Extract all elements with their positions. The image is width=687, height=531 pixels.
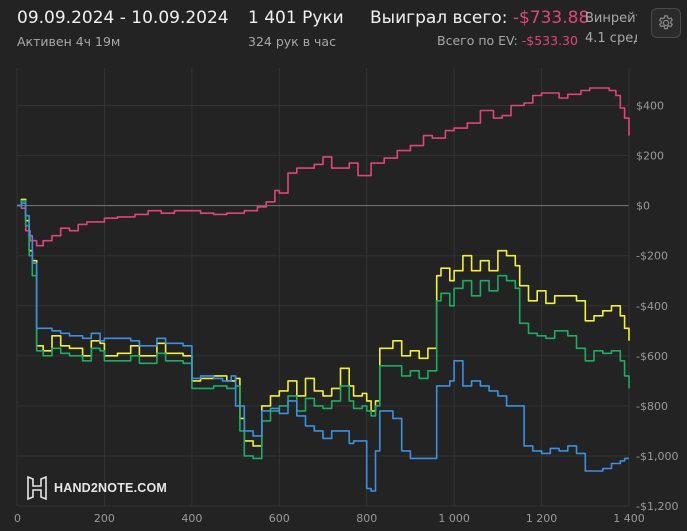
hand2note-logo: HAND2NOTE.COM: [26, 476, 167, 500]
x-tick-label: 400: [181, 512, 202, 525]
series-line-3: [17, 202, 629, 492]
x-tick-label: 1 000: [438, 512, 470, 525]
x-tick-label: 1 400: [613, 512, 645, 525]
logo-text: HAND2NOTE.COM: [54, 481, 168, 495]
won-total-value: -$733.88: [512, 8, 590, 28]
y-tick-label: -$800: [636, 400, 668, 413]
settings-button[interactable]: [651, 8, 681, 38]
winrate-value: 4.1 сред: [585, 31, 637, 46]
ev-total-label: Всего по EV:: [437, 33, 518, 48]
x-tick-label: 1 200: [526, 512, 558, 525]
y-tick-label: $400: [636, 100, 664, 113]
y-tick-label: -$1,000: [636, 450, 678, 463]
x-tick-label: 200: [94, 512, 115, 525]
date-range: 09.09.2024 - 10.09.2024: [17, 8, 229, 28]
y-tick-label: $200: [636, 150, 664, 163]
winrate-label: Винрейт: [585, 11, 637, 26]
chart-lines: [17, 87, 630, 492]
x-tick-label: 600: [269, 512, 290, 525]
x-tick-label: 800: [356, 512, 377, 525]
chart-grid: [16, 68, 630, 507]
hands-per-hour: 324 рук в час: [248, 34, 336, 49]
y-tick-label: -$600: [636, 350, 668, 363]
hands-count: 1 401 Руки: [248, 8, 344, 28]
won-total: Выиграл всего: -$733.88: [370, 8, 589, 28]
ev-total-value: -$533.30: [521, 33, 578, 48]
won-total-label: Выиграл всего:: [370, 8, 508, 28]
y-tick-label: -$1,200: [636, 500, 678, 513]
series-line-2: [17, 199, 630, 460]
series-line-0: [17, 87, 630, 247]
gear-icon: [659, 15, 673, 30]
profit-chart: 0 200 400 600 800 1 000 1 200 1 400 $400 $200 $0 -$…: [14, 68, 678, 525]
x-tick-label: 0: [14, 512, 21, 525]
active-time: Активен 4ч 19м: [17, 34, 121, 49]
chart-axis-labels: 0 200 400 600 800 1 000 1 200 1 400 $400 $200 $0 -$…: [14, 100, 678, 525]
ev-total: Всего по EV: -$533.30: [437, 33, 578, 48]
y-tick-label: -$200: [636, 250, 668, 263]
hand2note-logo-icon: [27, 476, 47, 500]
y-tick-label: $0: [636, 200, 650, 213]
y-tick-label: -$400: [636, 300, 668, 313]
